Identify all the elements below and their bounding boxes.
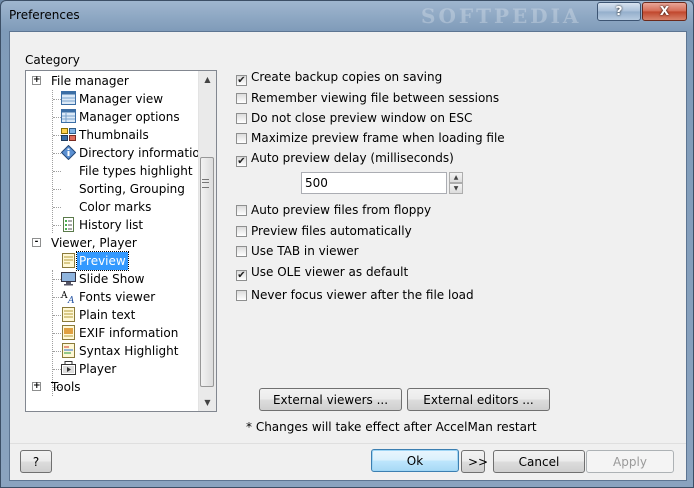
option-use-ole-viewer[interactable]: ✔ Use OLE viewer as default	[236, 264, 408, 281]
dialog-body: Category + File manager Manager view Man…	[9, 31, 687, 481]
softpedia-watermark: SOFTPEDIA	[421, 4, 582, 28]
window-title: Preferences	[9, 8, 80, 22]
scroll-down-icon[interactable]: ▼	[199, 394, 216, 411]
monitor-icon	[60, 271, 76, 287]
checkbox-icon[interactable]	[236, 113, 247, 124]
footer-divider	[10, 443, 686, 444]
checkbox-icon[interactable]	[236, 205, 247, 216]
option-never-focus-viewer[interactable]: Never focus viewer after the file load	[236, 287, 474, 303]
delay-spinner[interactable]: ▲ ▼	[449, 172, 463, 194]
apply-button[interactable]: Apply	[586, 450, 674, 473]
option-maximize-preview[interactable]: Maximize preview frame when loading file	[236, 130, 505, 146]
checkbox-icon[interactable]	[236, 226, 247, 237]
checkbox-icon[interactable]	[236, 290, 247, 301]
exif-icon	[60, 325, 76, 341]
text-file-icon	[60, 307, 76, 323]
external-viewers-button[interactable]: External viewers ...	[259, 388, 402, 411]
option-do-not-close-esc[interactable]: Do not close preview window on ESC	[236, 110, 472, 126]
category-tree[interactable]: + File manager Manager view Manager opti…	[25, 70, 217, 412]
option-use-tab[interactable]: Use TAB in viewer	[236, 243, 359, 259]
option-create-backup[interactable]: ✔ Create backup copies on saving	[236, 69, 442, 86]
svg-text:A: A	[67, 296, 75, 304]
option-preview-automatically[interactable]: Preview files automatically	[236, 223, 412, 239]
checkbox-icon[interactable]	[236, 93, 247, 104]
title-close-button[interactable]: X	[642, 2, 687, 21]
delay-input[interactable]	[301, 172, 447, 194]
option-remember-viewing[interactable]: Remember viewing file between sessions	[236, 90, 499, 106]
grid-options-icon	[60, 109, 76, 125]
scroll-up-icon[interactable]: ▲	[199, 71, 216, 88]
checkbox-icon[interactable]	[236, 246, 247, 257]
info-diamond-icon	[60, 144, 76, 161]
tree-scrollbar[interactable]: ▲ ▼	[198, 71, 216, 411]
title-bar[interactable]: Preferences SOFTPEDIA ? X	[1, 1, 693, 31]
external-editors-button[interactable]: External editors ...	[407, 388, 550, 411]
thumbnails-icon	[60, 127, 76, 143]
ok-button[interactable]: Ok	[371, 449, 459, 472]
next-button[interactable]: >>	[461, 450, 488, 473]
help-button[interactable]: ?	[20, 450, 52, 473]
spin-down-icon[interactable]: ▼	[449, 183, 463, 194]
spin-up-icon[interactable]: ▲	[449, 172, 463, 183]
restart-note: * Changes will take effect after AccelMa…	[246, 420, 537, 434]
checkbox-icon[interactable]	[236, 133, 247, 144]
checkbox-checked-icon[interactable]: ✔	[236, 270, 247, 281]
font-icon: AA	[60, 289, 76, 306]
option-auto-preview-delay[interactable]: ✔ Auto preview delay (milliseconds)	[236, 150, 454, 167]
close-icon: X	[659, 4, 670, 18]
grid-view-icon	[60, 91, 76, 107]
grip-icon	[202, 179, 209, 188]
checkbox-checked-icon[interactable]: ✔	[236, 75, 247, 86]
collapse-icon[interactable]: -	[32, 238, 41, 247]
title-help-button[interactable]: ?	[597, 2, 641, 21]
svg-text:A: A	[61, 291, 68, 301]
history-list-icon	[60, 217, 76, 233]
preferences-window: Preferences SOFTPEDIA ? X Category + Fil…	[0, 0, 694, 488]
category-label: Category	[25, 53, 80, 67]
option-auto-preview-floppy[interactable]: Auto preview files from floppy	[236, 202, 431, 218]
expand-icon[interactable]: +	[32, 76, 41, 85]
expand-icon[interactable]: +	[32, 382, 41, 391]
scroll-thumb[interactable]	[200, 157, 214, 387]
cancel-button[interactable]: Cancel	[493, 450, 585, 473]
syntax-icon	[60, 343, 76, 359]
player-icon	[60, 361, 76, 377]
checkbox-checked-icon[interactable]: ✔	[236, 156, 247, 167]
preview-icon	[60, 253, 76, 269]
